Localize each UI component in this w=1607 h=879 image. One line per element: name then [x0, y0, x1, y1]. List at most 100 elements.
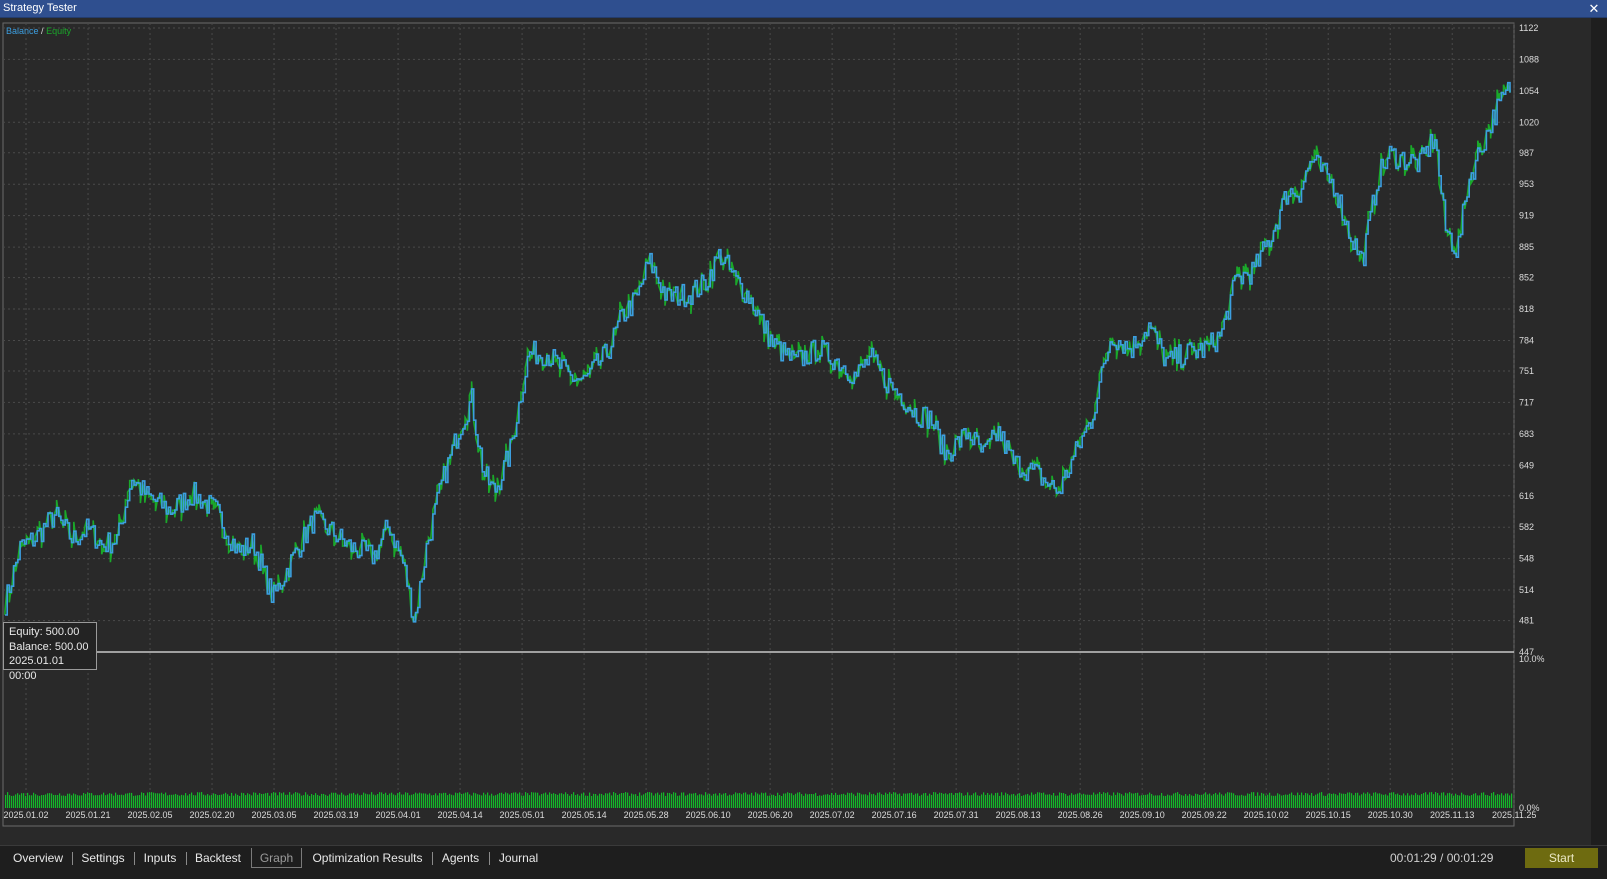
- load-bar: [495, 795, 497, 808]
- load-bar: [303, 795, 305, 808]
- load-bar: [1501, 793, 1503, 808]
- load-bar: [881, 794, 883, 808]
- tab-overview[interactable]: Overview: [4, 848, 73, 868]
- load-bar: [1351, 793, 1353, 808]
- load-bar: [457, 793, 459, 808]
- load-bar: [1473, 793, 1475, 808]
- load-bar: [281, 793, 283, 808]
- load-bar: [869, 792, 871, 808]
- load-bar: [1341, 793, 1343, 808]
- tab-journal[interactable]: Journal: [489, 848, 548, 868]
- load-bar: [775, 795, 777, 808]
- load-bar: [811, 793, 813, 808]
- load-bar: [551, 793, 553, 808]
- load-bar: [669, 792, 671, 808]
- load-bar: [521, 795, 523, 808]
- load-bar: [701, 794, 703, 808]
- y-tick-label: 953: [1519, 179, 1534, 189]
- load-bar: [43, 795, 45, 808]
- load-bar: [1435, 792, 1437, 808]
- load-bar: [687, 794, 689, 808]
- load-bar: [1115, 794, 1117, 808]
- load-bar: [1429, 792, 1431, 808]
- load-bar: [1363, 792, 1365, 808]
- load-bar: [1097, 793, 1099, 808]
- load-bar: [53, 794, 55, 808]
- load-bar: [1367, 792, 1369, 808]
- load-bar: [1471, 795, 1473, 808]
- load-bar: [575, 795, 577, 808]
- load-bar: [1001, 792, 1003, 808]
- elapsed-timer: 00:01:29 / 00:01:29: [1390, 851, 1494, 865]
- load-bar: [1313, 795, 1315, 808]
- load-bar: [1441, 792, 1443, 808]
- load-bar: [229, 795, 231, 808]
- load-bar: [1143, 794, 1145, 808]
- load-bar: [1361, 794, 1363, 808]
- load-bar: [569, 795, 571, 808]
- legend-equity: Equity: [46, 26, 72, 36]
- load-bar: [905, 793, 907, 808]
- load-bar: [859, 792, 861, 808]
- load-bar: [845, 794, 847, 808]
- load-bar: [1215, 792, 1217, 808]
- load-bar: [933, 792, 935, 808]
- load-bar: [1177, 792, 1179, 808]
- tab-settings[interactable]: Settings: [72, 848, 135, 868]
- load-bar: [641, 795, 643, 808]
- tab-backtest[interactable]: Backtest: [186, 848, 250, 868]
- load-bar: [969, 795, 971, 808]
- tab-agents[interactable]: Agents: [432, 848, 490, 868]
- load-bar: [305, 792, 307, 808]
- load-bar: [1083, 793, 1085, 808]
- load-bar: [1375, 792, 1377, 808]
- load-bar: [867, 795, 869, 808]
- load-bar: [747, 794, 749, 808]
- x-tick-label: 2025.07.16: [872, 810, 917, 820]
- x-tick-label: 2025.10.15: [1306, 810, 1351, 820]
- load-bar: [417, 793, 419, 808]
- load-bar: [1179, 794, 1181, 808]
- load-bar: [891, 793, 893, 808]
- load-bar: [139, 795, 141, 808]
- load-bar: [1465, 795, 1467, 808]
- load-bar: [1077, 793, 1079, 808]
- load-bar: [943, 793, 945, 808]
- load-bar: [1127, 793, 1129, 808]
- load-bar: [1245, 795, 1247, 808]
- load-bar: [1439, 795, 1441, 808]
- close-icon[interactable]: ✕: [1587, 0, 1601, 17]
- tab-optimization-results[interactable]: Optimization Results: [303, 848, 433, 868]
- load-bar: [1039, 792, 1041, 808]
- load-bar: [985, 794, 987, 808]
- load-bar: [979, 795, 981, 808]
- load-bar: [157, 793, 159, 808]
- load-bar: [487, 792, 489, 808]
- load-bar: [959, 792, 961, 808]
- start-button[interactable]: Start: [1525, 848, 1598, 868]
- tab-graph[interactable]: Graph: [251, 848, 302, 868]
- load-bar: [211, 794, 213, 808]
- load-bar: [1217, 794, 1219, 808]
- load-bar: [851, 792, 853, 808]
- load-bar: [803, 795, 805, 808]
- load-bar: [643, 794, 645, 808]
- load-bar: [329, 794, 331, 808]
- load-bar: [1067, 795, 1069, 808]
- load-bar: [635, 794, 637, 808]
- load-bar: [313, 795, 315, 808]
- load-bar: [777, 792, 779, 808]
- load-bar: [405, 792, 407, 808]
- load-bar: [105, 795, 107, 808]
- load-bar: [207, 794, 209, 808]
- load-bar: [583, 792, 585, 808]
- load-bar: [863, 794, 865, 808]
- load-bar: [469, 794, 471, 808]
- y-tick-label: 818: [1519, 304, 1534, 314]
- load-bar: [973, 793, 975, 808]
- x-tick-label: 2025.04.14: [438, 810, 483, 820]
- load-bar: [1011, 794, 1013, 808]
- load-bar: [189, 794, 191, 808]
- load-bar: [1231, 792, 1233, 808]
- tab-inputs[interactable]: Inputs: [134, 848, 187, 868]
